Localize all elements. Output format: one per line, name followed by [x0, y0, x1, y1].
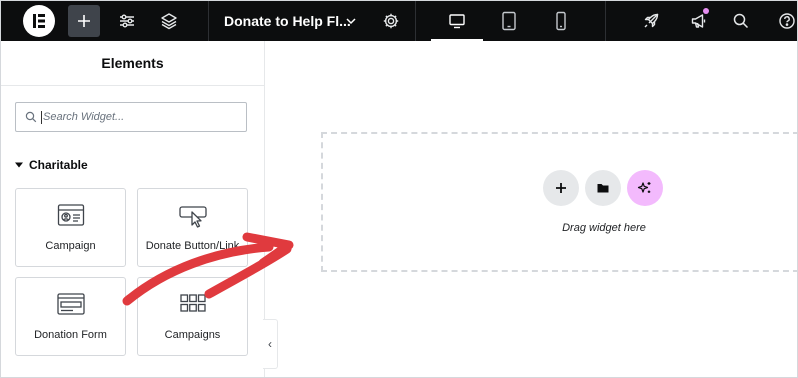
elements-panel: Elements Charitable — [1, 41, 265, 377]
gear-icon — [383, 13, 399, 29]
widget-label: Donation Form — [34, 329, 107, 341]
editor-window: Donate to Help Fl... Elements Search Wid… — [0, 0, 798, 378]
grid-icon — [179, 294, 206, 312]
structure-button[interactable] — [155, 1, 183, 41]
add-element-button[interactable] — [68, 5, 100, 37]
search-icon — [25, 111, 37, 123]
page-settings-button[interactable] — [377, 1, 405, 41]
chevron-left-icon: ‹ — [268, 337, 272, 351]
add-section-button[interactable] — [543, 170, 579, 206]
launch-button[interactable] — [637, 1, 665, 41]
widget-label: Campaign — [45, 240, 96, 252]
ai-sparkle-icon — [637, 182, 651, 193]
rocket-icon — [644, 13, 659, 28]
sliders-icon — [120, 14, 134, 28]
help-icon — [779, 13, 795, 29]
add-template-button[interactable] — [585, 170, 621, 206]
help-button[interactable] — [773, 1, 797, 41]
widget-campaign[interactable]: Campaign — [15, 188, 126, 267]
top-bar: Donate to Help Fl... — [1, 1, 797, 41]
elementor-logo-icon[interactable] — [23, 5, 55, 37]
device-tablet-button[interactable] — [483, 1, 535, 41]
search-icon — [733, 13, 749, 29]
mobile-icon — [556, 11, 566, 31]
campaign-card-icon — [57, 204, 84, 226]
chevron-down-icon — [346, 18, 356, 25]
tablet-icon — [502, 11, 516, 31]
document-title-button[interactable]: Donate to Help Fl... — [210, 1, 362, 41]
divider — [415, 1, 416, 41]
notification-dot — [703, 8, 709, 14]
search-field[interactable] — [15, 102, 247, 132]
site-settings-button[interactable] — [113, 1, 141, 41]
ai-generate-button[interactable] — [627, 170, 663, 206]
donate-button-cursor-icon — [178, 206, 207, 228]
plus-icon — [78, 15, 90, 27]
widget-label: Campaigns — [164, 329, 221, 341]
panel-title: Elements — [1, 41, 264, 86]
widget-donation-form[interactable]: Donation Form — [15, 277, 126, 356]
search-input[interactable] — [43, 111, 233, 123]
widget-label: Donate Button/Link — [145, 240, 240, 252]
donation-form-icon — [56, 293, 85, 315]
widget-campaigns[interactable]: Campaigns — [137, 277, 248, 356]
category-header[interactable]: Charitable — [15, 157, 88, 173]
device-mobile-button[interactable] — [535, 1, 587, 41]
megaphone-icon — [691, 14, 706, 28]
caret-down-icon — [15, 162, 23, 168]
document-title: Donate to Help Fl... — [224, 13, 351, 29]
plus-icon — [556, 183, 566, 193]
divider — [605, 1, 606, 41]
layers-icon — [161, 13, 177, 30]
text-caret — [41, 110, 42, 124]
device-desktop-button[interactable] — [431, 1, 483, 41]
widget-donate-button-link[interactable]: Donate Button/Link — [137, 188, 248, 267]
panel-collapse-button[interactable]: ‹ — [263, 319, 278, 369]
desktop-icon — [449, 14, 465, 29]
category-label: Charitable — [29, 158, 88, 172]
drop-hint-text: Drag widget here — [562, 222, 646, 234]
divider — [208, 1, 209, 41]
search-button[interactable] — [727, 1, 755, 41]
active-device-indicator — [431, 39, 483, 41]
notifications-button[interactable] — [685, 1, 713, 41]
folder-icon — [597, 184, 609, 193]
